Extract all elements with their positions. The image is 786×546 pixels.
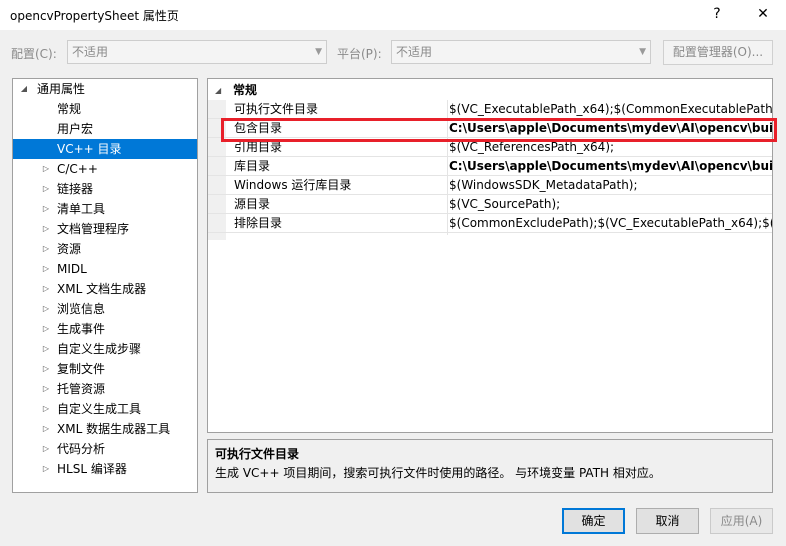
- tree-item-browse-info[interactable]: ▷ 浏览信息: [13, 299, 197, 319]
- expand-icon[interactable]: ▷: [41, 439, 51, 459]
- expand-icon[interactable]: ▷: [41, 399, 51, 419]
- collapse-icon[interactable]: ◢: [19, 79, 29, 99]
- tree-item-custom-build-step[interactable]: ▷ 自定义生成步骤: [13, 339, 197, 359]
- description-panel: 可执行文件目录 生成 VC++ 项目期间，搜索可执行文件时使用的路径。 与环境变…: [207, 439, 773, 493]
- description-title: 可执行文件目录: [215, 447, 300, 461]
- tree-item-xml-doc-generator[interactable]: ▷ XML 文档生成器: [13, 279, 197, 299]
- tree-item-linker[interactable]: ▷ 链接器: [13, 179, 197, 199]
- collapse-icon[interactable]: ◢: [215, 81, 221, 100]
- tree-item-hlsl-compiler[interactable]: ▷ HLSL 编译器: [13, 459, 197, 479]
- title-bar: opencvPropertySheet 属性页 ? ✕: [0, 0, 786, 30]
- config-label: 配置(C):: [11, 47, 57, 61]
- window-title: opencvPropertySheet 属性页: [10, 9, 179, 23]
- expand-icon[interactable]: ▷: [41, 159, 51, 179]
- grid-section-general[interactable]: ◢ 常规: [208, 81, 772, 100]
- tree-item-custom-build-tool[interactable]: ▷ 自定义生成工具: [13, 399, 197, 419]
- grid-row-exclude-dirs[interactable]: 排除目录 $(CommonExcludePath);$(VC_Executabl…: [208, 214, 772, 233]
- grid-row-reference-dirs[interactable]: 引用目录 $(VC_ReferencesPath_x64);: [208, 138, 772, 157]
- grid-row-include-dirs[interactable]: 包含目录 C:\Users\apple\Documents\mydev\AI\o…: [208, 119, 772, 138]
- expand-icon[interactable]: ▷: [41, 379, 51, 399]
- tree-item-general[interactable]: 常规: [13, 99, 197, 119]
- config-value: 不适用: [72, 45, 109, 59]
- expand-icon[interactable]: ▷: [41, 359, 51, 379]
- ok-button[interactable]: 确定: [562, 508, 625, 534]
- cancel-button[interactable]: 取消: [636, 508, 699, 534]
- expand-icon[interactable]: ▷: [41, 259, 51, 279]
- tree-item-managed-resources[interactable]: ▷ 托管资源: [13, 379, 197, 399]
- description-text: 生成 VC++ 项目期间，搜索可执行文件时使用的路径。 与环境变量 PATH 相…: [215, 466, 661, 480]
- property-tree[interactable]: ◢ 通用属性 常规 用户宏 VC++ 目录 ▷ C/C++ ▷ 链接器 ▷ 清单工具 …: [12, 78, 198, 493]
- expand-icon[interactable]: ▷: [41, 319, 51, 339]
- tree-item-xml-data-generator[interactable]: ▷ XML 数据生成器工具: [13, 419, 197, 439]
- tree-item-cpp[interactable]: ▷ C/C++: [13, 159, 197, 179]
- expand-icon[interactable]: ▷: [41, 339, 51, 359]
- expand-icon[interactable]: ▷: [41, 179, 51, 199]
- expand-icon[interactable]: ▷: [41, 279, 51, 299]
- expand-icon[interactable]: ▷: [41, 199, 51, 219]
- grid-row-source-dirs[interactable]: 源目录 $(VC_SourcePath);: [208, 195, 772, 214]
- platform-select[interactable]: 不适用 ▼: [391, 40, 651, 64]
- expand-icon[interactable]: ▷: [41, 239, 51, 259]
- expand-icon[interactable]: ▷: [41, 419, 51, 439]
- config-manager-button[interactable]: 配置管理器(O)...: [663, 40, 773, 65]
- expand-icon[interactable]: ▷: [41, 219, 51, 239]
- help-button[interactable]: ?: [706, 4, 728, 24]
- platform-value: 不适用: [396, 45, 433, 59]
- tree-item-build-events[interactable]: ▷ 生成事件: [13, 319, 197, 339]
- platform-label: 平台(P):: [337, 47, 382, 61]
- tree-root[interactable]: ◢ 通用属性: [13, 79, 197, 99]
- expand-icon[interactable]: ▷: [41, 459, 51, 479]
- tree-item-user-macros[interactable]: 用户宏: [13, 119, 197, 139]
- tree-item-vc-directories[interactable]: VC++ 目录: [13, 139, 197, 159]
- property-grid[interactable]: ◢ 常规 可执行文件目录 $(VC_ExecutablePath_x64);$(…: [207, 78, 773, 433]
- tree-item-midl[interactable]: ▷ MIDL: [13, 259, 197, 279]
- close-button[interactable]: ✕: [752, 4, 774, 24]
- tree-item-doc-manager[interactable]: ▷ 文档管理程序: [13, 219, 197, 239]
- expand-icon[interactable]: ▷: [41, 299, 51, 319]
- tree-item-resources[interactable]: ▷ 资源: [13, 239, 197, 259]
- tree-item-code-analysis[interactable]: ▷ 代码分析: [13, 439, 197, 459]
- tree-item-copy-files[interactable]: ▷ 复制文件: [13, 359, 197, 379]
- tree-item-manifest-tool[interactable]: ▷ 清单工具: [13, 199, 197, 219]
- apply-button[interactable]: 应用(A): [710, 508, 773, 534]
- grid-row-winrt-lib-dirs[interactable]: Windows 运行库目录 $(WindowsSDK_MetadataPath)…: [208, 176, 772, 195]
- grid-row-library-dirs[interactable]: 库目录 C:\Users\apple\Documents\mydev\AI\op…: [208, 157, 772, 176]
- config-select[interactable]: 不适用 ▼: [67, 40, 327, 64]
- grid-row-executable-dirs[interactable]: 可执行文件目录 $(VC_ExecutablePath_x64);$(Commo…: [208, 100, 772, 119]
- chevron-down-icon: ▼: [639, 47, 646, 57]
- chevron-down-icon: ▼: [315, 47, 322, 57]
